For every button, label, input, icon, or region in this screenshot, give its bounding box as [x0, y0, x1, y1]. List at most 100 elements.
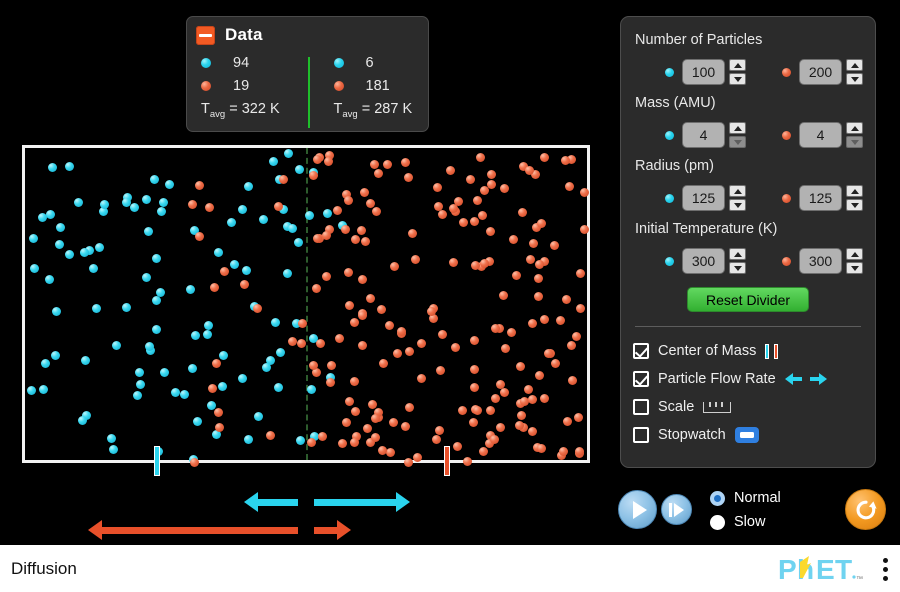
data-panel: Data 94 19 Tavg = 322 K 6: [186, 16, 429, 132]
spinner-down-right-0[interactable]: [846, 73, 863, 85]
particle: [159, 198, 168, 207]
particle: [350, 438, 359, 447]
spinner-up-right-2[interactable]: [846, 185, 863, 197]
radio-dot-0[interactable]: [710, 491, 725, 506]
particle: [288, 337, 297, 346]
particle: [313, 155, 322, 164]
particle: [55, 240, 64, 249]
particle: [295, 165, 304, 174]
particle: [397, 327, 406, 336]
spinner-value-left-0[interactable]: 100: [682, 59, 725, 85]
step-forward-triangle-icon: [674, 503, 684, 517]
spinner-down-left-2[interactable]: [729, 199, 746, 211]
particle: [109, 445, 118, 454]
particle: [52, 307, 61, 316]
kebab-dot: [883, 567, 888, 572]
spinner-value-right-0[interactable]: 200: [799, 59, 842, 85]
particle: [486, 406, 495, 415]
spinner-down-left-3[interactable]: [729, 262, 746, 274]
svg-text:™: ™: [856, 576, 863, 583]
particle: [78, 416, 87, 425]
particle: [529, 239, 538, 248]
spinner-up-left-3[interactable]: [729, 248, 746, 260]
spinner-up-left-1[interactable]: [729, 122, 746, 134]
spinner-up-left-0[interactable]: [729, 59, 746, 71]
particle: [112, 341, 121, 350]
particle: [534, 292, 543, 301]
particle: [65, 250, 74, 259]
particle: [191, 331, 200, 340]
kebab-menu-icon[interactable]: [883, 558, 888, 581]
spinner-value-left-1[interactable]: 4: [682, 122, 725, 148]
particle: [92, 304, 101, 313]
particle: [30, 264, 39, 273]
particle: [341, 225, 350, 234]
particle: [215, 423, 224, 432]
particle: [473, 406, 482, 415]
reset-divider-button[interactable]: Reset Divider: [687, 287, 809, 312]
spinner-value-left-3[interactable]: 300: [682, 248, 725, 274]
checkbox-particle-flow-rate[interactable]: Particle Flow Rate: [633, 365, 863, 393]
particle: [427, 307, 436, 316]
particle: [550, 241, 559, 250]
spinner-right-2: 125: [782, 185, 863, 211]
particle: [297, 339, 306, 348]
spinner-up-left-2[interactable]: [729, 185, 746, 197]
flow-rate-arrows-icon: [785, 372, 827, 386]
particle: [152, 254, 161, 263]
particle: [323, 209, 332, 218]
data-left-temperature: Tavg = 322 K: [201, 101, 308, 120]
radio-label-1: Slow: [734, 514, 765, 530]
spinner-down-right-1: [846, 136, 863, 148]
checkbox-box-1[interactable]: [633, 371, 649, 387]
minus-icon[interactable]: [196, 26, 215, 45]
spinner-down-right-3[interactable]: [846, 262, 863, 274]
step-forward-button[interactable]: [661, 494, 692, 525]
particle: [377, 305, 386, 314]
particle: [507, 328, 516, 337]
particle: [45, 275, 54, 284]
particle: [351, 235, 360, 244]
spinner-down-left-0[interactable]: [729, 73, 746, 85]
particle: [208, 384, 217, 393]
particle: [342, 418, 351, 427]
sim-title: Diffusion: [11, 559, 77, 579]
particle: [357, 226, 366, 235]
data-left-red-count: 19: [233, 78, 249, 94]
radio-dot-1[interactable]: [710, 515, 725, 530]
radio-slow[interactable]: Slow: [710, 510, 781, 534]
particle: [366, 199, 375, 208]
spinner-up-right-1[interactable]: [846, 122, 863, 134]
checkbox-scale[interactable]: Scale: [633, 393, 863, 421]
spinner-arrows-left-0: [729, 59, 746, 85]
spinner-value-left-2[interactable]: 125: [682, 185, 725, 211]
checkbox-stopwatch[interactable]: Stopwatch: [633, 421, 863, 449]
spinner-value-right-3[interactable]: 300: [799, 248, 842, 274]
spinner-up-right-0[interactable]: [846, 59, 863, 71]
spinner-value-right-2[interactable]: 125: [799, 185, 842, 211]
particle: [244, 435, 253, 444]
particle: [473, 196, 482, 205]
phet-logo[interactable]: P h E T ™: [778, 554, 864, 584]
checkbox-box-3[interactable]: [633, 427, 649, 443]
particle: [509, 235, 518, 244]
chevron-up-icon: [734, 189, 742, 194]
radio-normal[interactable]: Normal: [710, 486, 781, 510]
cyan-particle-icon: [201, 58, 211, 68]
checkbox-center-of-mass[interactable]: Center of Mass: [633, 337, 863, 365]
particle: [540, 315, 549, 324]
spinner-down-right-2[interactable]: [846, 199, 863, 211]
particle: [312, 284, 321, 293]
particle: [404, 458, 413, 467]
checkbox-box-2[interactable]: [633, 399, 649, 415]
reset-all-button[interactable]: [845, 489, 886, 530]
play-button[interactable]: [618, 490, 657, 529]
spinner-value-right-1[interactable]: 4: [799, 122, 842, 148]
data-panel-header[interactable]: Data: [196, 25, 263, 45]
spinner-left-3: 300: [665, 248, 746, 274]
t-equals: =: [358, 101, 375, 117]
t-subscript: avg: [210, 109, 225, 120]
particle: [180, 390, 189, 399]
checkbox-box-0[interactable]: [633, 343, 649, 359]
spinner-up-right-3[interactable]: [846, 248, 863, 260]
